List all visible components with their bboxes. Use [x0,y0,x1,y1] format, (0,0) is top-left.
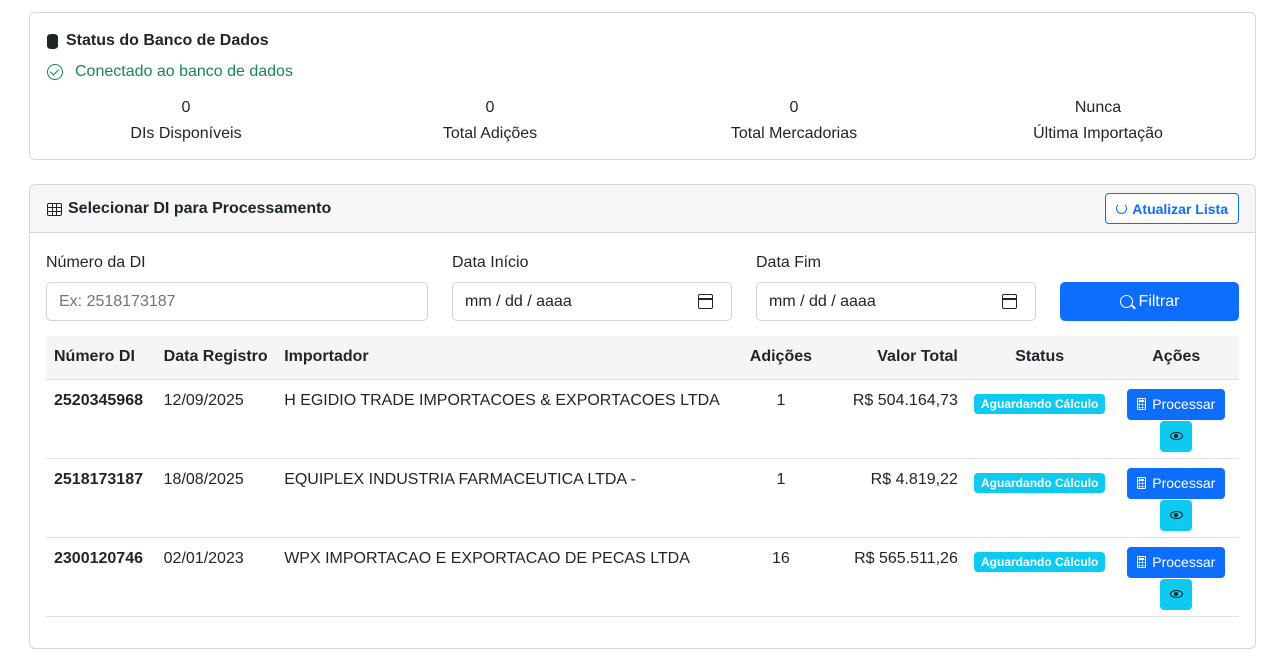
start-date-label: Data Início [452,254,529,271]
check-circle-icon [47,64,63,80]
table-row[interactable]: 2520345968 12/09/2025 H EGIDIO TRADE IMP… [46,379,1239,459]
cell-actions: Processar [1113,458,1239,538]
card-title: Selecionar DI para Processamento [47,200,331,218]
stat-value: Nunca [1074,99,1122,116]
header-acoes: Ações [1113,336,1239,380]
stat-label: DIs Disponíveis [130,125,242,142]
end-date-input[interactable]: mm / dd / aaaa [756,282,1036,321]
cell-numero-di: 2300120746 [46,537,156,617]
cell-status: Aguardando Cálculo [965,379,1114,459]
connection-status: Conectado ao banco de dados [47,63,293,81]
table-icon [47,202,62,216]
eye-icon [1169,590,1183,598]
stat-value: 0 [789,99,799,116]
filter-button[interactable]: Filtrar [1060,282,1239,321]
calendar-icon[interactable] [698,294,713,309]
cell-data-registro: 12/09/2025 [155,379,277,459]
table-row[interactable]: 2300120746 02/01/2023 WPX IMPORTACAO E E… [46,537,1239,617]
card-title-text: Selecionar DI para Processamento [68,200,332,217]
header-importador[interactable]: Importador [276,336,728,380]
stat-label: Última Importação [1033,125,1163,142]
cell-numero-di: 2520345968 [46,379,156,459]
cell-actions: Processar [1113,379,1239,459]
process-button[interactable]: Processar [1127,388,1226,420]
search-icon [1119,295,1133,308]
stat-total-mercadorias: 0 Total Mercadorias [642,95,946,147]
cell-adicoes: 16 [727,537,834,617]
cell-valor-total: R$ 4.819,22 [833,458,966,538]
cell-importador: WPX IMPORTACAO E EXPORTACAO DE PECAS LTD… [276,537,728,617]
di-selection-card: Selecionar DI para Processamento Atualiz… [29,184,1256,649]
cell-actions: Processar [1113,537,1239,617]
view-button[interactable] [1160,578,1193,610]
start-date-input[interactable]: mm / dd / aaaa [452,282,732,321]
status-badge: Aguardando Cálculo [974,551,1106,572]
header-data-registro[interactable]: Data Registro [155,336,277,380]
view-button[interactable] [1160,499,1193,531]
calendar-icon[interactable] [1002,294,1017,309]
status-title: Status do Banco de Dados [47,32,269,50]
refresh-icon [1116,203,1128,214]
database-icon [47,33,58,49]
table-row[interactable]: 2518173187 18/08/2025 EQUIPLEX INDUSTRIA… [46,458,1239,538]
process-label: Processar [1152,554,1216,570]
refresh-list-button[interactable]: Atualizar Lista [1105,193,1239,224]
stat-label: Total Mercadorias [730,125,858,142]
header-status[interactable]: Status [965,336,1114,380]
process-button[interactable]: Processar [1127,467,1226,499]
stat-label: Total Adições [442,125,538,142]
refresh-label: Atualizar Lista [1132,200,1228,217]
cell-valor-total: R$ 504.164,73 [833,379,966,459]
stat-total-adicoes: 0 Total Adições [338,95,642,147]
stat-ultima-importacao: Nunca Última Importação [946,95,1250,147]
di-number-label: Número da DI [46,254,146,271]
cell-importador: H EGIDIO TRADE IMPORTACOES & EXPORTACOES… [276,379,728,459]
header-numero-di[interactable]: Número DI [46,336,156,380]
filter-label: Filtrar [1138,292,1180,310]
cell-numero-di: 2518173187 [46,458,156,538]
cell-data-registro: 18/08/2025 [155,458,277,538]
cell-importador: EQUIPLEX INDUSTRIA FARMACEUTICA LTDA - [276,458,728,538]
status-badge: Aguardando Cálculo [974,472,1106,493]
cell-adicoes: 1 [727,379,834,459]
di-number-input[interactable]: Ex: 2518173187 [46,282,428,321]
card-header: Selecionar DI para Processamento Atualiz… [30,185,1255,233]
calculator-icon [1137,556,1147,568]
cell-adicoes: 1 [727,458,834,538]
table-header-row: Número DI Data Registro Importador Adiçõ… [46,336,1239,380]
calculator-icon [1137,477,1147,489]
process-label: Processar [1152,475,1216,491]
process-button[interactable]: Processar [1127,546,1226,578]
cell-data-registro: 02/01/2023 [155,537,277,617]
stat-value: 0 [181,99,191,116]
eye-icon [1169,432,1183,440]
eye-icon [1169,511,1183,519]
calculator-icon [1137,398,1147,410]
stats-row: 0 DIs Disponíveis 0 Total Adições 0 Tota… [30,95,1255,147]
header-valor-total[interactable]: Valor Total [833,336,966,380]
stat-dis-disponiveis: 0 DIs Disponíveis [34,95,338,147]
view-button[interactable] [1160,420,1193,452]
cell-valor-total: R$ 565.511,26 [833,537,966,617]
end-date-label: Data Fim [756,254,821,271]
cell-status: Aguardando Cálculo [965,458,1114,538]
status-title-text: Status do Banco de Dados [66,32,269,49]
database-status-card: Status do Banco de Dados Conectado ao ba… [29,12,1256,160]
connection-status-text: Conectado ao banco de dados [75,63,293,80]
di-table: Número DI Data Registro Importador Adiçõ… [46,336,1239,617]
end-date-value: mm / dd / aaaa [769,292,876,310]
start-date-value: mm / dd / aaaa [465,292,572,310]
stat-value: 0 [485,99,495,116]
status-badge: Aguardando Cálculo [974,393,1106,414]
header-adicoes[interactable]: Adições [727,336,834,380]
process-label: Processar [1152,396,1216,412]
cell-status: Aguardando Cálculo [965,537,1114,617]
